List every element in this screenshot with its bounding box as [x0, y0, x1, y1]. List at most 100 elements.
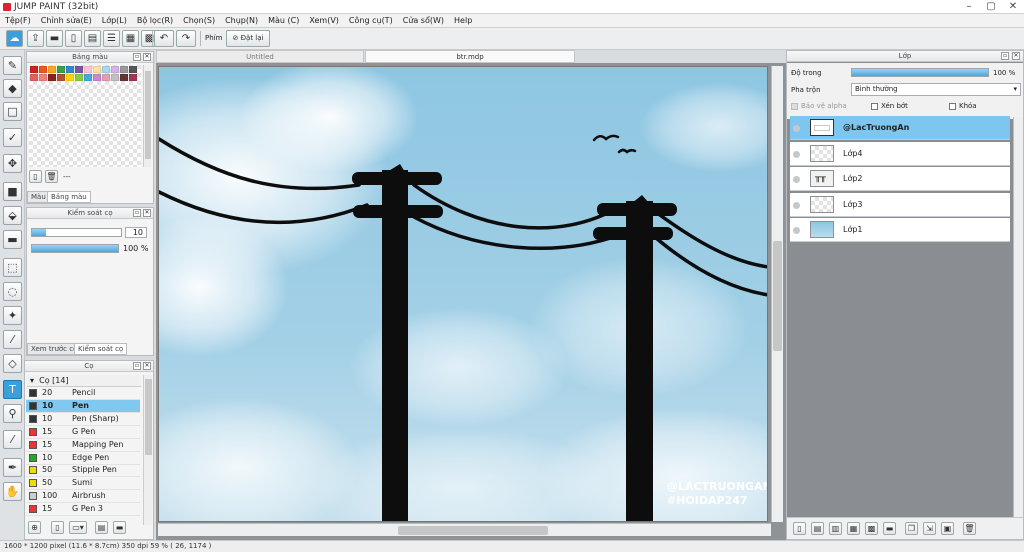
select-pen-icon[interactable]: ⁄ — [3, 330, 22, 349]
brush-item[interactable]: 100 Airbrush — [26, 490, 140, 504]
color-swatch[interactable] — [84, 66, 92, 73]
brush-opacity-slider[interactable] — [31, 244, 119, 253]
canvas-horizontal-scrollbar[interactable] — [158, 523, 771, 536]
color-swatch[interactable] — [120, 66, 128, 73]
new-layer-icon[interactable]: ▯ — [793, 522, 806, 535]
panel-close-icon[interactable]: ✕ — [143, 209, 151, 217]
color-swatch[interactable] — [39, 74, 47, 81]
eraser-icon[interactable]: ◆ — [3, 79, 22, 98]
new-gradient-layer-icon[interactable]: ▩ — [865, 522, 878, 535]
clipping-checkbox[interactable]: Xén bớt — [871, 102, 908, 110]
layer-row[interactable]: Lớp4 — [790, 141, 1010, 166]
magic-wand-icon[interactable]: ✦ — [3, 306, 22, 325]
layer-row[interactable]: Lớp3 — [790, 192, 1010, 217]
merge-layer-icon[interactable]: ⇲ — [923, 522, 936, 535]
close-icon[interactable]: ✕ — [1002, 0, 1024, 14]
visibility-icon[interactable] — [793, 227, 800, 234]
check-icon[interactable]: ✓ — [3, 128, 22, 147]
color-swatch[interactable] — [93, 74, 101, 81]
rectangle-icon[interactable]: □ — [3, 102, 22, 121]
move-icon[interactable]: ✥ — [3, 154, 22, 173]
brush-list-scrollbar[interactable] — [143, 375, 152, 525]
color-swatch[interactable] — [75, 74, 83, 81]
brush-item[interactable]: 15 Mapping Pen — [26, 439, 140, 452]
menu-file[interactable]: Tệp(F) — [0, 14, 36, 28]
select-rect-icon[interactable]: ⬚ — [3, 258, 22, 277]
brush-icon[interactable]: ✎ — [3, 56, 22, 75]
panel-restore-icon[interactable]: ▫ — [133, 53, 141, 61]
menu-edit[interactable]: Chỉnh sửa(E) — [36, 14, 97, 28]
brush-settings-icon[interactable]: ▤ — [95, 521, 108, 534]
color-swatch[interactable] — [57, 74, 65, 81]
color-swatch[interactable] — [66, 66, 74, 73]
zoom-icon[interactable]: ⚲ — [3, 404, 22, 423]
minimize-icon[interactable]: – — [958, 0, 980, 14]
hand-icon[interactable]: ✋ — [3, 482, 22, 501]
canvas-vertical-scrollbar[interactable] — [771, 66, 783, 522]
brush-item[interactable]: 50 Sumi — [26, 477, 140, 491]
color-swatch[interactable] — [129, 74, 137, 81]
menu-color[interactable]: Màu (C) — [263, 14, 304, 28]
panel-restore-icon[interactable]: ▫ — [133, 209, 141, 217]
palette-scrollbar[interactable] — [143, 65, 151, 167]
brush-group-header[interactable]: ▾ Cọ [14] — [27, 375, 141, 387]
visibility-icon[interactable] — [793, 150, 800, 158]
layer-row[interactable]: Lớp1 — [790, 218, 1010, 242]
text-icon[interactable]: T — [3, 380, 22, 399]
brush-item[interactable]: 10 Edge Pen — [26, 452, 140, 465]
color-swatch[interactable] — [48, 66, 56, 73]
color-swatch[interactable] — [30, 66, 38, 73]
panel-icon[interactable]: ▦ — [122, 30, 139, 47]
brush-item[interactable]: 50 Stipple Pen — [26, 464, 140, 478]
lasso-icon[interactable]: ◌ — [3, 282, 22, 301]
color-swatch[interactable] — [84, 74, 92, 81]
panel-restore-icon[interactable]: ▫ — [133, 362, 141, 370]
tab-untitled[interactable]: Untitled — [156, 50, 364, 63]
lock-checkbox[interactable]: Khóa — [949, 102, 977, 110]
drawing-canvas[interactable]: @LACTRUONGAN #HOIDAP247 — [158, 66, 768, 522]
menu-view[interactable]: Xem(V) — [304, 14, 344, 28]
brush-size-value[interactable]: 10 — [125, 227, 147, 238]
menu-help[interactable]: Help — [449, 14, 477, 28]
panel-restore-icon[interactable]: ▫ — [1001, 52, 1009, 60]
cloud-icon[interactable]: ☁ — [6, 30, 23, 47]
brush-item[interactable]: 20 Pencil — [26, 387, 140, 400]
gradient-icon[interactable]: ▬ — [3, 230, 22, 249]
new-swatch-icon[interactable]: ▯ — [29, 170, 42, 183]
menu-tools[interactable]: Công cụ(T) — [344, 14, 398, 28]
color-swatch[interactable] — [75, 66, 83, 73]
dropper-icon[interactable]: ✒ — [3, 458, 22, 477]
delete-layer-icon[interactable]: 🗑 — [963, 522, 976, 535]
layer-row[interactable]: ╥╥ Lớp2 — [790, 167, 1010, 191]
undo-icon[interactable]: ↶ — [154, 30, 174, 47]
tab-btr-mdp[interactable]: btr.mdp — [365, 50, 575, 63]
protect-alpha-checkbox[interactable]: Bảo vệ alpha — [791, 102, 847, 110]
new-brush-icon[interactable]: ▯ — [51, 521, 64, 534]
select-eraser-icon[interactable]: ◇ — [3, 354, 22, 373]
color-swatch[interactable] — [39, 66, 47, 73]
menu-window[interactable]: Cửa sổ(W) — [398, 14, 449, 28]
menu-layer[interactable]: Lớp(L) — [97, 14, 132, 28]
export-icon[interactable]: ⇪ — [27, 30, 44, 47]
new-halftone-layer-icon[interactable]: ▥ — [829, 522, 842, 535]
panel-close-icon[interactable]: ✕ — [1012, 52, 1020, 60]
layer-opacity-slider[interactable] — [851, 68, 989, 77]
list-icon[interactable]: ☰ — [103, 30, 120, 47]
redo-icon[interactable]: ↷ — [176, 30, 196, 47]
delete-swatch-icon[interactable]: 🗑 — [45, 170, 58, 183]
bucket-icon[interactable]: ⬙ — [3, 206, 22, 225]
menu-select[interactable]: Chọn(S) — [178, 14, 220, 28]
new-file-icon[interactable]: ▯ — [65, 30, 82, 47]
brush-item[interactable]: 15 G Pen 3 — [26, 503, 140, 517]
visibility-icon[interactable] — [793, 201, 800, 209]
new-8bit-layer-icon[interactable]: ▦ — [847, 522, 860, 535]
duplicate-layer-icon[interactable]: ❐ — [905, 522, 918, 535]
add-brush-group-icon[interactable]: ⊕ — [28, 521, 41, 534]
tab-palette[interactable]: Bảng màu — [47, 191, 91, 203]
color-swatch[interactable] — [102, 74, 110, 81]
visibility-icon[interactable] — [793, 125, 800, 132]
menu-snap[interactable]: Chụp(N) — [220, 14, 263, 28]
color-swatch[interactable] — [30, 74, 38, 81]
brush-item[interactable]: 10 Pen — [26, 399, 140, 413]
blend-mode-select[interactable]: Bình thường ▾ — [851, 83, 1021, 96]
